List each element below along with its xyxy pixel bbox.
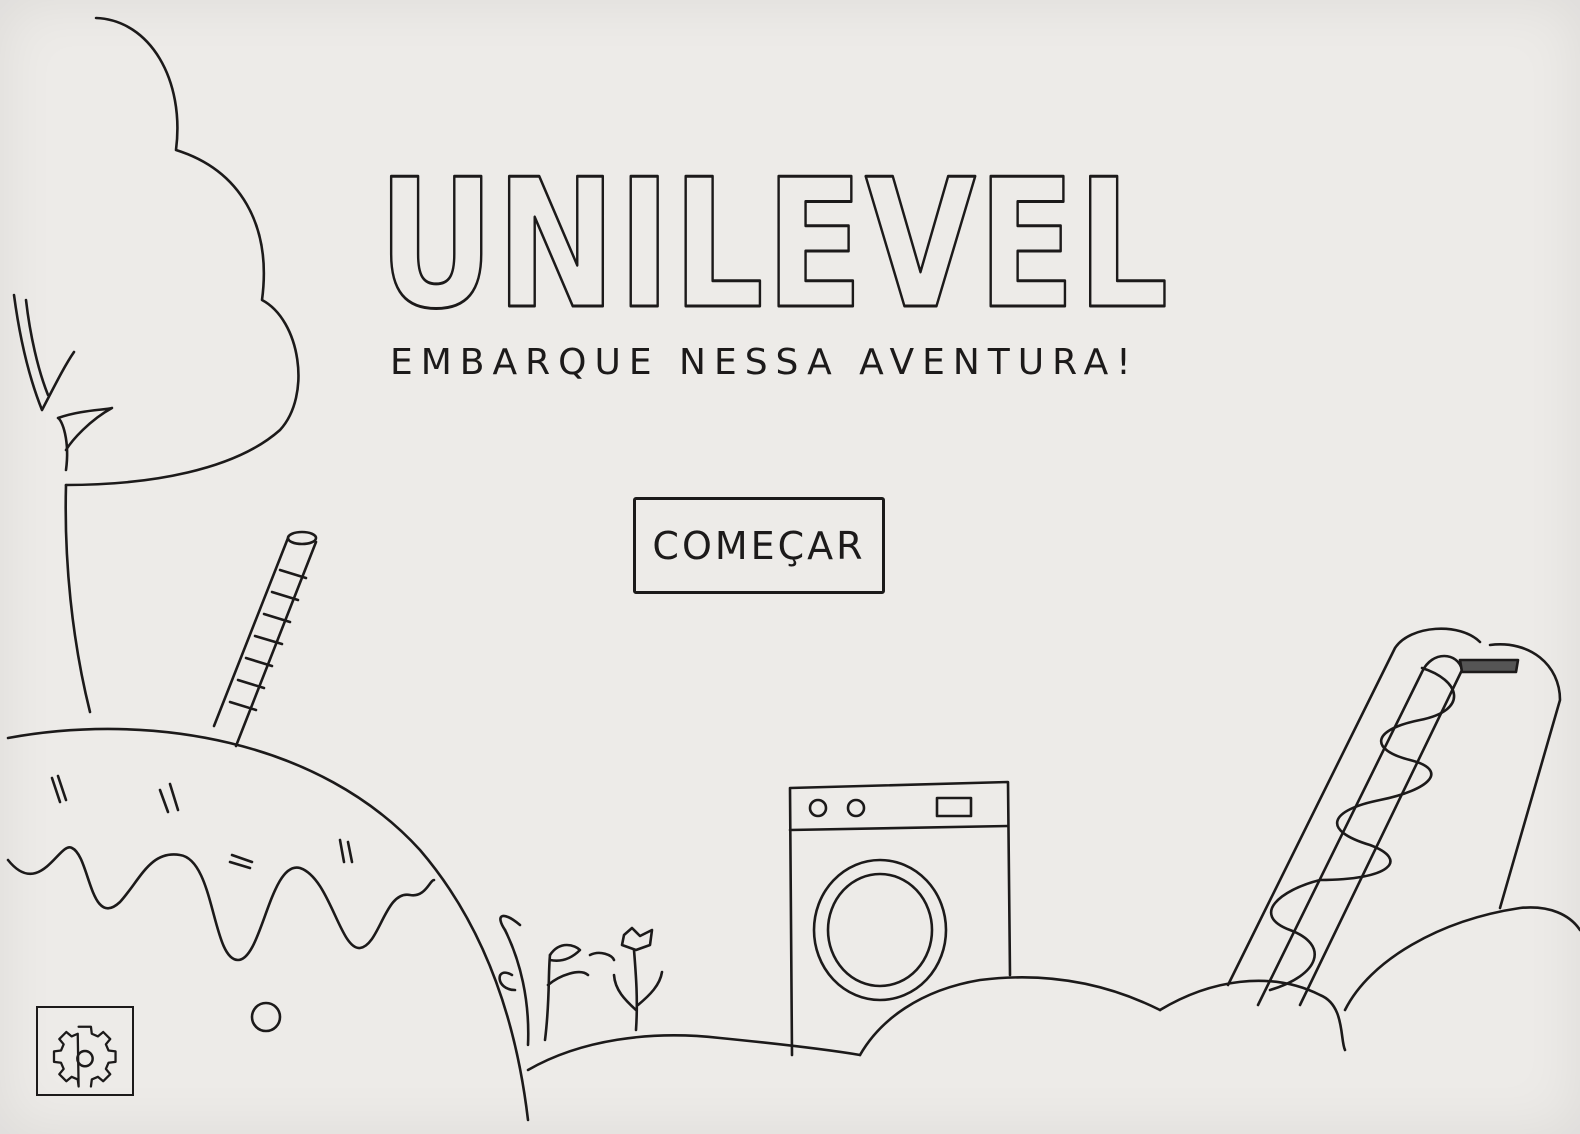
gear-icon bbox=[52, 1025, 117, 1088]
donut-crumb bbox=[250, 1001, 282, 1033]
game-title: UNILEVEL bbox=[378, 141, 1170, 348]
washing-machine-drawing bbox=[788, 780, 1012, 1057]
donut-icing bbox=[6, 846, 436, 962]
tree-trunk-left bbox=[64, 483, 92, 714]
plants-drawing bbox=[498, 914, 616, 1047]
tree-drawing bbox=[12, 16, 300, 714]
tree-branch bbox=[56, 406, 114, 472]
tree-branch-v bbox=[12, 293, 76, 412]
straw-drawing bbox=[212, 530, 318, 748]
game-subtitle: EMBARQUE NESSA AVENTURA! bbox=[390, 342, 1139, 383]
sprinkle-3 bbox=[228, 853, 254, 870]
start-button-label: COMEÇAR bbox=[652, 523, 866, 568]
tree-branch-v2 bbox=[24, 298, 50, 397]
ground-hills bbox=[526, 906, 1580, 1072]
flower-drawing bbox=[612, 926, 664, 1032]
slide-drawing bbox=[1226, 627, 1562, 1007]
settings-button[interactable] bbox=[36, 1006, 134, 1096]
sprinkle-4 bbox=[338, 838, 354, 864]
start-button[interactable]: COMEÇAR bbox=[633, 497, 885, 594]
sprinkle-1 bbox=[50, 774, 68, 804]
sprinkle-2 bbox=[158, 782, 180, 814]
